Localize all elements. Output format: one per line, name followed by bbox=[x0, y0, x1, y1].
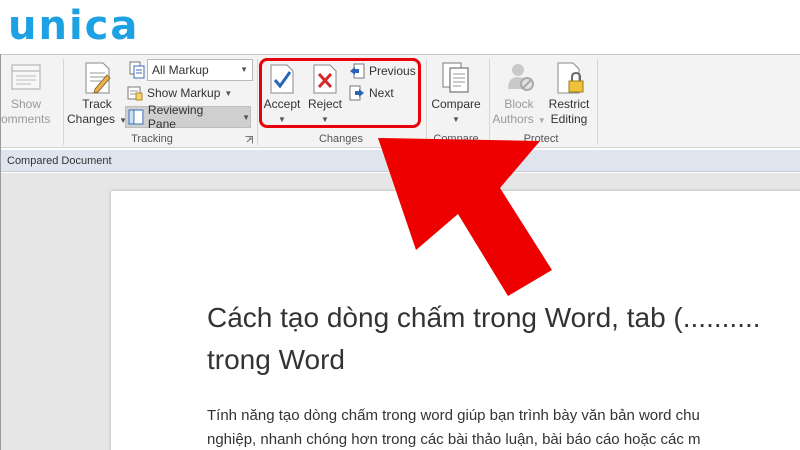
block-authors-button[interactable]: Block Authors ▼ bbox=[491, 97, 547, 128]
reviewing-pane-label: Reviewing Pane bbox=[147, 103, 204, 131]
reviewing-pane-icon bbox=[128, 109, 144, 125]
track-changes-label-2: Changes bbox=[67, 112, 116, 126]
show-comments-label-2: omments bbox=[1, 112, 51, 126]
track-changes-icon bbox=[85, 62, 111, 94]
markup-select-value: All Markup bbox=[152, 63, 209, 77]
show-comments-button[interactable]: Show omments bbox=[1, 97, 57, 127]
restrict-editing-label-1: Restrict bbox=[548, 97, 590, 111]
block-authors-icon bbox=[508, 64, 534, 91]
show-markup-icon bbox=[127, 86, 143, 101]
show-comments-label-1: Show bbox=[11, 97, 42, 111]
track-changes-button[interactable]: Track Changes ▼ bbox=[67, 97, 127, 128]
compare-group-label: Compare bbox=[433, 133, 479, 145]
compare-button[interactable]: Compare ▼ bbox=[427, 97, 485, 127]
chevron-down-icon: ▼ bbox=[224, 88, 233, 98]
screenshot-root: unica Show omments Track Changes ▼ All M… bbox=[0, 0, 800, 450]
reviewing-pane-button[interactable]: Reviewing Pane ▼ bbox=[125, 103, 251, 131]
ribbon-separator bbox=[489, 59, 490, 145]
restrict-editing-label-2: Editing bbox=[550, 112, 588, 126]
tracking-group-label: Tracking bbox=[131, 133, 173, 145]
document-title-line-1: Cách tạo dòng chấm trong Word, tab (....… bbox=[207, 302, 761, 333]
restrict-editing-button[interactable]: Restrict Editing bbox=[545, 97, 593, 127]
document-body: Tính năng tạo dòng chấm trong word giúp … bbox=[207, 404, 701, 450]
compare-label: Compare bbox=[431, 97, 481, 111]
review-ribbon: Show omments Track Changes ▼ All Markup … bbox=[1, 54, 800, 148]
show-markup-button[interactable]: Show Markup ▼ bbox=[127, 83, 232, 103]
chevron-down-icon: ▼ bbox=[452, 115, 460, 124]
ribbon-separator bbox=[63, 59, 64, 145]
restrict-editing-lock-icon bbox=[557, 62, 584, 94]
compare-icon bbox=[442, 62, 469, 93]
document-page[interactable]: Cách tạo dòng chấm trong Word, tab (....… bbox=[111, 191, 800, 450]
changes-group-label: Changes bbox=[318, 133, 364, 145]
chevron-down-icon: ▼ bbox=[242, 112, 250, 122]
changes-highlight-box bbox=[259, 58, 421, 128]
block-authors-label-2: Authors bbox=[492, 112, 534, 126]
dialog-launcher-icon[interactable] bbox=[245, 136, 253, 144]
track-changes-label-2-row: Changes ▼ bbox=[67, 112, 127, 128]
ribbon-separator bbox=[597, 59, 598, 145]
document-body-line-1: Tính năng tạo dòng chấm trong word giúp … bbox=[207, 407, 700, 424]
markup-select[interactable]: All Markup ▼ bbox=[147, 59, 253, 81]
compared-document-label: Compared Document bbox=[7, 155, 112, 167]
document-body-line-2: nghiệp, nhanh chóng hơn trong các bài th… bbox=[207, 431, 701, 448]
markup-icon bbox=[129, 61, 145, 79]
document-title-line-2: trong Word bbox=[207, 344, 345, 375]
document-area: Cách tạo dòng chấm trong Word, tab (....… bbox=[1, 173, 800, 450]
ribbon-separator bbox=[257, 59, 258, 145]
protect-group-label: Protect bbox=[523, 133, 559, 145]
show-comments-icon bbox=[11, 64, 41, 90]
block-authors-label-2-row: Authors ▼ bbox=[491, 112, 547, 128]
unica-logo: unica bbox=[8, 3, 140, 49]
track-changes-label-1: Track bbox=[82, 97, 112, 111]
block-authors-label-1: Block bbox=[504, 97, 534, 111]
document-title: Cách tạo dòng chấm trong Word, tab (....… bbox=[207, 297, 800, 381]
chevron-down-icon: ▼ bbox=[240, 65, 248, 74]
show-markup-label: Show Markup bbox=[147, 86, 221, 100]
compared-document-bar: Compared Document bbox=[1, 150, 800, 172]
word-window: Show omments Track Changes ▼ All Markup … bbox=[0, 54, 800, 450]
logo-band: unica bbox=[0, 0, 800, 54]
